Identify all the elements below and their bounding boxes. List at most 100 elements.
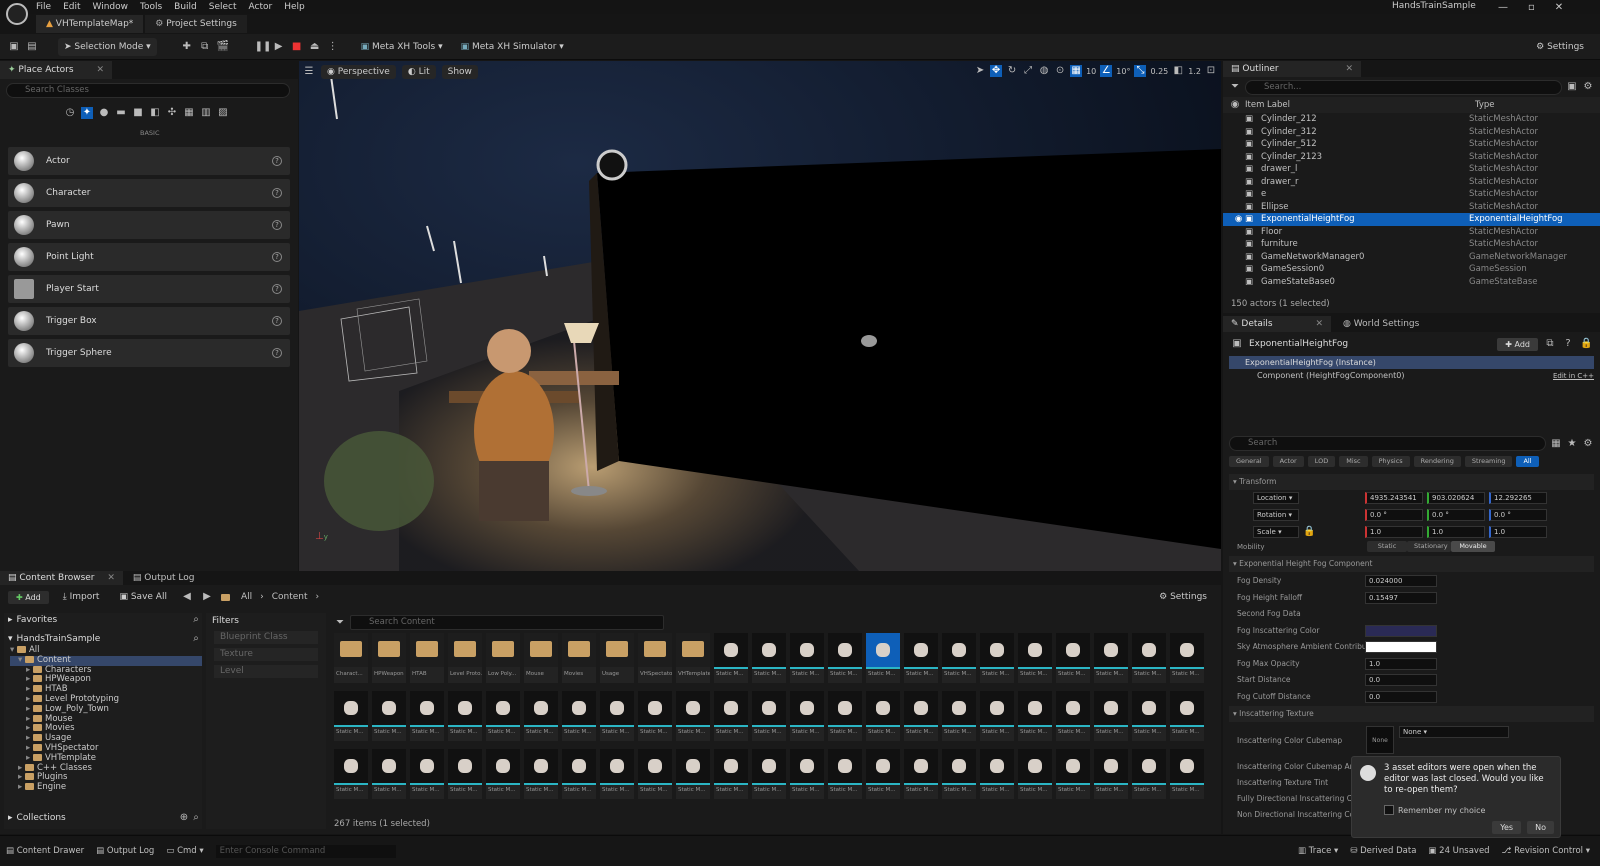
browse-icon[interactable]: ▤ [26,41,38,53]
folder-tile[interactable]: Low Poly... [486,633,520,683]
asset-tile[interactable]: Static M... [1170,633,1204,683]
lights-icon[interactable]: ● [98,107,110,119]
asset-tile[interactable]: Static M... [942,749,976,799]
asset-tile[interactable]: Static M... [980,691,1014,741]
category-all[interactable]: All [1516,456,1539,467]
folder-tile[interactable]: HTAB [410,633,444,683]
asset-tile[interactable]: Static M... [410,749,444,799]
add-component-button[interactable]: ✚ Add [1497,337,1538,351]
tab-content-browser[interactable]: ▤ Content Browser ✕ [0,571,123,585]
asset-tile[interactable]: Static M... [1018,633,1052,683]
location-y[interactable]: 903.020624 [1427,492,1485,504]
view-mode-button[interactable]: ◐ Lit [401,65,436,79]
trace-button[interactable]: ▥ Trace ▾ [1298,846,1338,856]
folder-tile[interactable]: VHTemplate [676,633,710,683]
rotation-z[interactable]: 0.0 ° [1489,509,1547,521]
asset-tile[interactable]: Static M... [562,691,596,741]
shapes-icon[interactable]: ▬ [115,107,127,119]
cinematics-icon[interactable]: 🎬 [217,41,229,53]
unreal-logo[interactable] [6,3,28,25]
asset-tile[interactable]: Static M... [790,749,824,799]
world-icon[interactable]: ◍ [1038,65,1050,77]
scale-size[interactable]: 0.25 [1150,67,1168,76]
lock-icon[interactable]: 🔒 [1580,338,1592,350]
folder-tile[interactable]: Charact... [334,633,368,683]
actor-item-trigger-sphere[interactable]: Trigger Sphere? [8,339,290,367]
lock-scale-icon[interactable]: 🔒 [1303,526,1315,538]
menu-edit[interactable]: Edit [63,0,80,14]
component-instance-row[interactable]: ExponentialHeightFog (Instance) [1229,356,1594,369]
category-streaming[interactable]: Streaming [1464,456,1513,467]
property-row[interactable]: Fog Max Opacity 1.0 [1229,656,1594,673]
asset-tile[interactable]: Static M... [904,749,938,799]
filter-icon[interactable]: ⏷ [334,617,346,629]
yes-button[interactable]: Yes [1492,821,1522,834]
camera-speed[interactable]: 1.2 [1188,67,1201,76]
asset-tile[interactable]: Static M... [486,749,520,799]
grid-snap-icon[interactable]: ▦ [1070,65,1083,77]
revision-control-button[interactable]: ⎇ Revision Control ▾ [1502,846,1590,856]
details-search[interactable]: Search [1229,436,1546,451]
save-all-button[interactable]: ▣ Save All [113,588,173,606]
asset-tile[interactable]: Static M... [980,749,1014,799]
column-item-label[interactable]: Item Label [1245,100,1475,110]
folder-tile[interactable]: Level Proto... [448,633,482,683]
rotation-x[interactable]: 0.0 ° [1365,509,1423,521]
asset-tile[interactable]: Static M... [752,691,786,741]
asset-tile[interactable]: Static M... [904,691,938,741]
folder-tile[interactable]: Usage [600,633,634,683]
help-icon[interactable]: ? [272,156,282,166]
property-value[interactable]: 0.024000 [1365,575,1437,588]
console-input[interactable]: Enter Console Command [215,844,396,858]
outliner-row[interactable]: ▣ e StaticMeshActor [1223,188,1600,201]
outliner-row[interactable]: ▣ GameStateBase0 GameStateBase [1223,276,1600,289]
blueprint-icon[interactable]: ⧉ [1544,338,1556,350]
tab-details[interactable]: ✎ Details ✕ [1223,316,1332,332]
asset-tile[interactable]: Static M... [1170,691,1204,741]
outliner-row[interactable]: ▣ Ellipse StaticMeshActor [1223,201,1600,214]
viewport-menu-icon[interactable]: ☰ [303,66,315,78]
level-viewport[interactable]: ☰ ◉ Perspective ◐ Lit Show ➤ ✥ ↻ ⤢ ◍ ⊙ ▦… [299,61,1221,571]
menu-window[interactable]: Window [93,0,129,14]
angle-size[interactable]: 10° [1116,67,1130,76]
settings-button[interactable]: ⚙ Settings [1530,38,1590,56]
rotate-icon[interactable]: ↻ [1006,65,1018,77]
asset-tile[interactable]: Static M... [524,691,558,741]
actor-item-point-light[interactable]: Point Light? [8,243,290,271]
category-misc[interactable]: Misc [1339,456,1368,467]
outliner-row[interactable]: ▣ GameSession0 GameSession [1223,263,1600,276]
outliner-row[interactable]: ▣ drawer_l StaticMeshActor [1223,163,1600,176]
actor-item-character[interactable]: Character? [8,179,290,207]
cubemap-dropdown[interactable]: None ▾ [1399,726,1509,738]
folder-tile[interactable]: Mouse [524,633,558,683]
asset-tile[interactable]: Static M... [714,749,748,799]
tab-outliner[interactable]: ▤ Outliner ✕ [1223,61,1362,77]
asset-tile[interactable]: Static M... [1056,691,1090,741]
all-classes-icon[interactable]: ▥ [200,107,212,119]
outliner-row[interactable]: ▣ GameNetworkManager0 GameNetworkManager [1223,251,1600,264]
mobility-movable[interactable]: Movable [1451,541,1495,552]
blueprint-icon[interactable]: ⧉ [199,41,211,53]
asset-tile[interactable]: Static M... [752,749,786,799]
asset-tile[interactable]: Static M... [1132,691,1166,741]
menu-help[interactable]: Help [284,0,305,14]
category-lod[interactable]: LOD [1307,456,1336,467]
tab-place-actors[interactable]: ✦ Place Actors ✕ [0,61,112,79]
scale-x[interactable]: 1.0 [1365,526,1423,538]
breadcrumb-content[interactable]: Content [272,592,308,602]
metaxh-simulator-button[interactable]: ▣ Meta XH Simulator ▾ [455,38,570,56]
menu-build[interactable]: Build [174,0,197,14]
history-back-icon[interactable]: ◀ [181,591,193,603]
edit-cpp-link[interactable]: Edit in C++ [1553,372,1594,380]
property-value[interactable]: 0.0 [1365,674,1437,687]
asset-tile[interactable]: Static M... [410,691,444,741]
outliner-row[interactable]: ▣ Cylinder_212 StaticMeshActor [1223,113,1600,126]
asset-tile[interactable]: Static M... [942,691,976,741]
folder-tile[interactable]: Movies [562,633,596,683]
property-row[interactable]: Fog Height Falloff 0.15497 [1229,590,1594,607]
filter-level[interactable]: Level [214,665,318,678]
category-physics[interactable]: Physics [1371,456,1410,467]
actor-item-trigger-box[interactable]: Trigger Box? [8,307,290,335]
asset-tile[interactable]: Static M... [714,691,748,741]
help-icon[interactable]: ? [272,316,282,326]
